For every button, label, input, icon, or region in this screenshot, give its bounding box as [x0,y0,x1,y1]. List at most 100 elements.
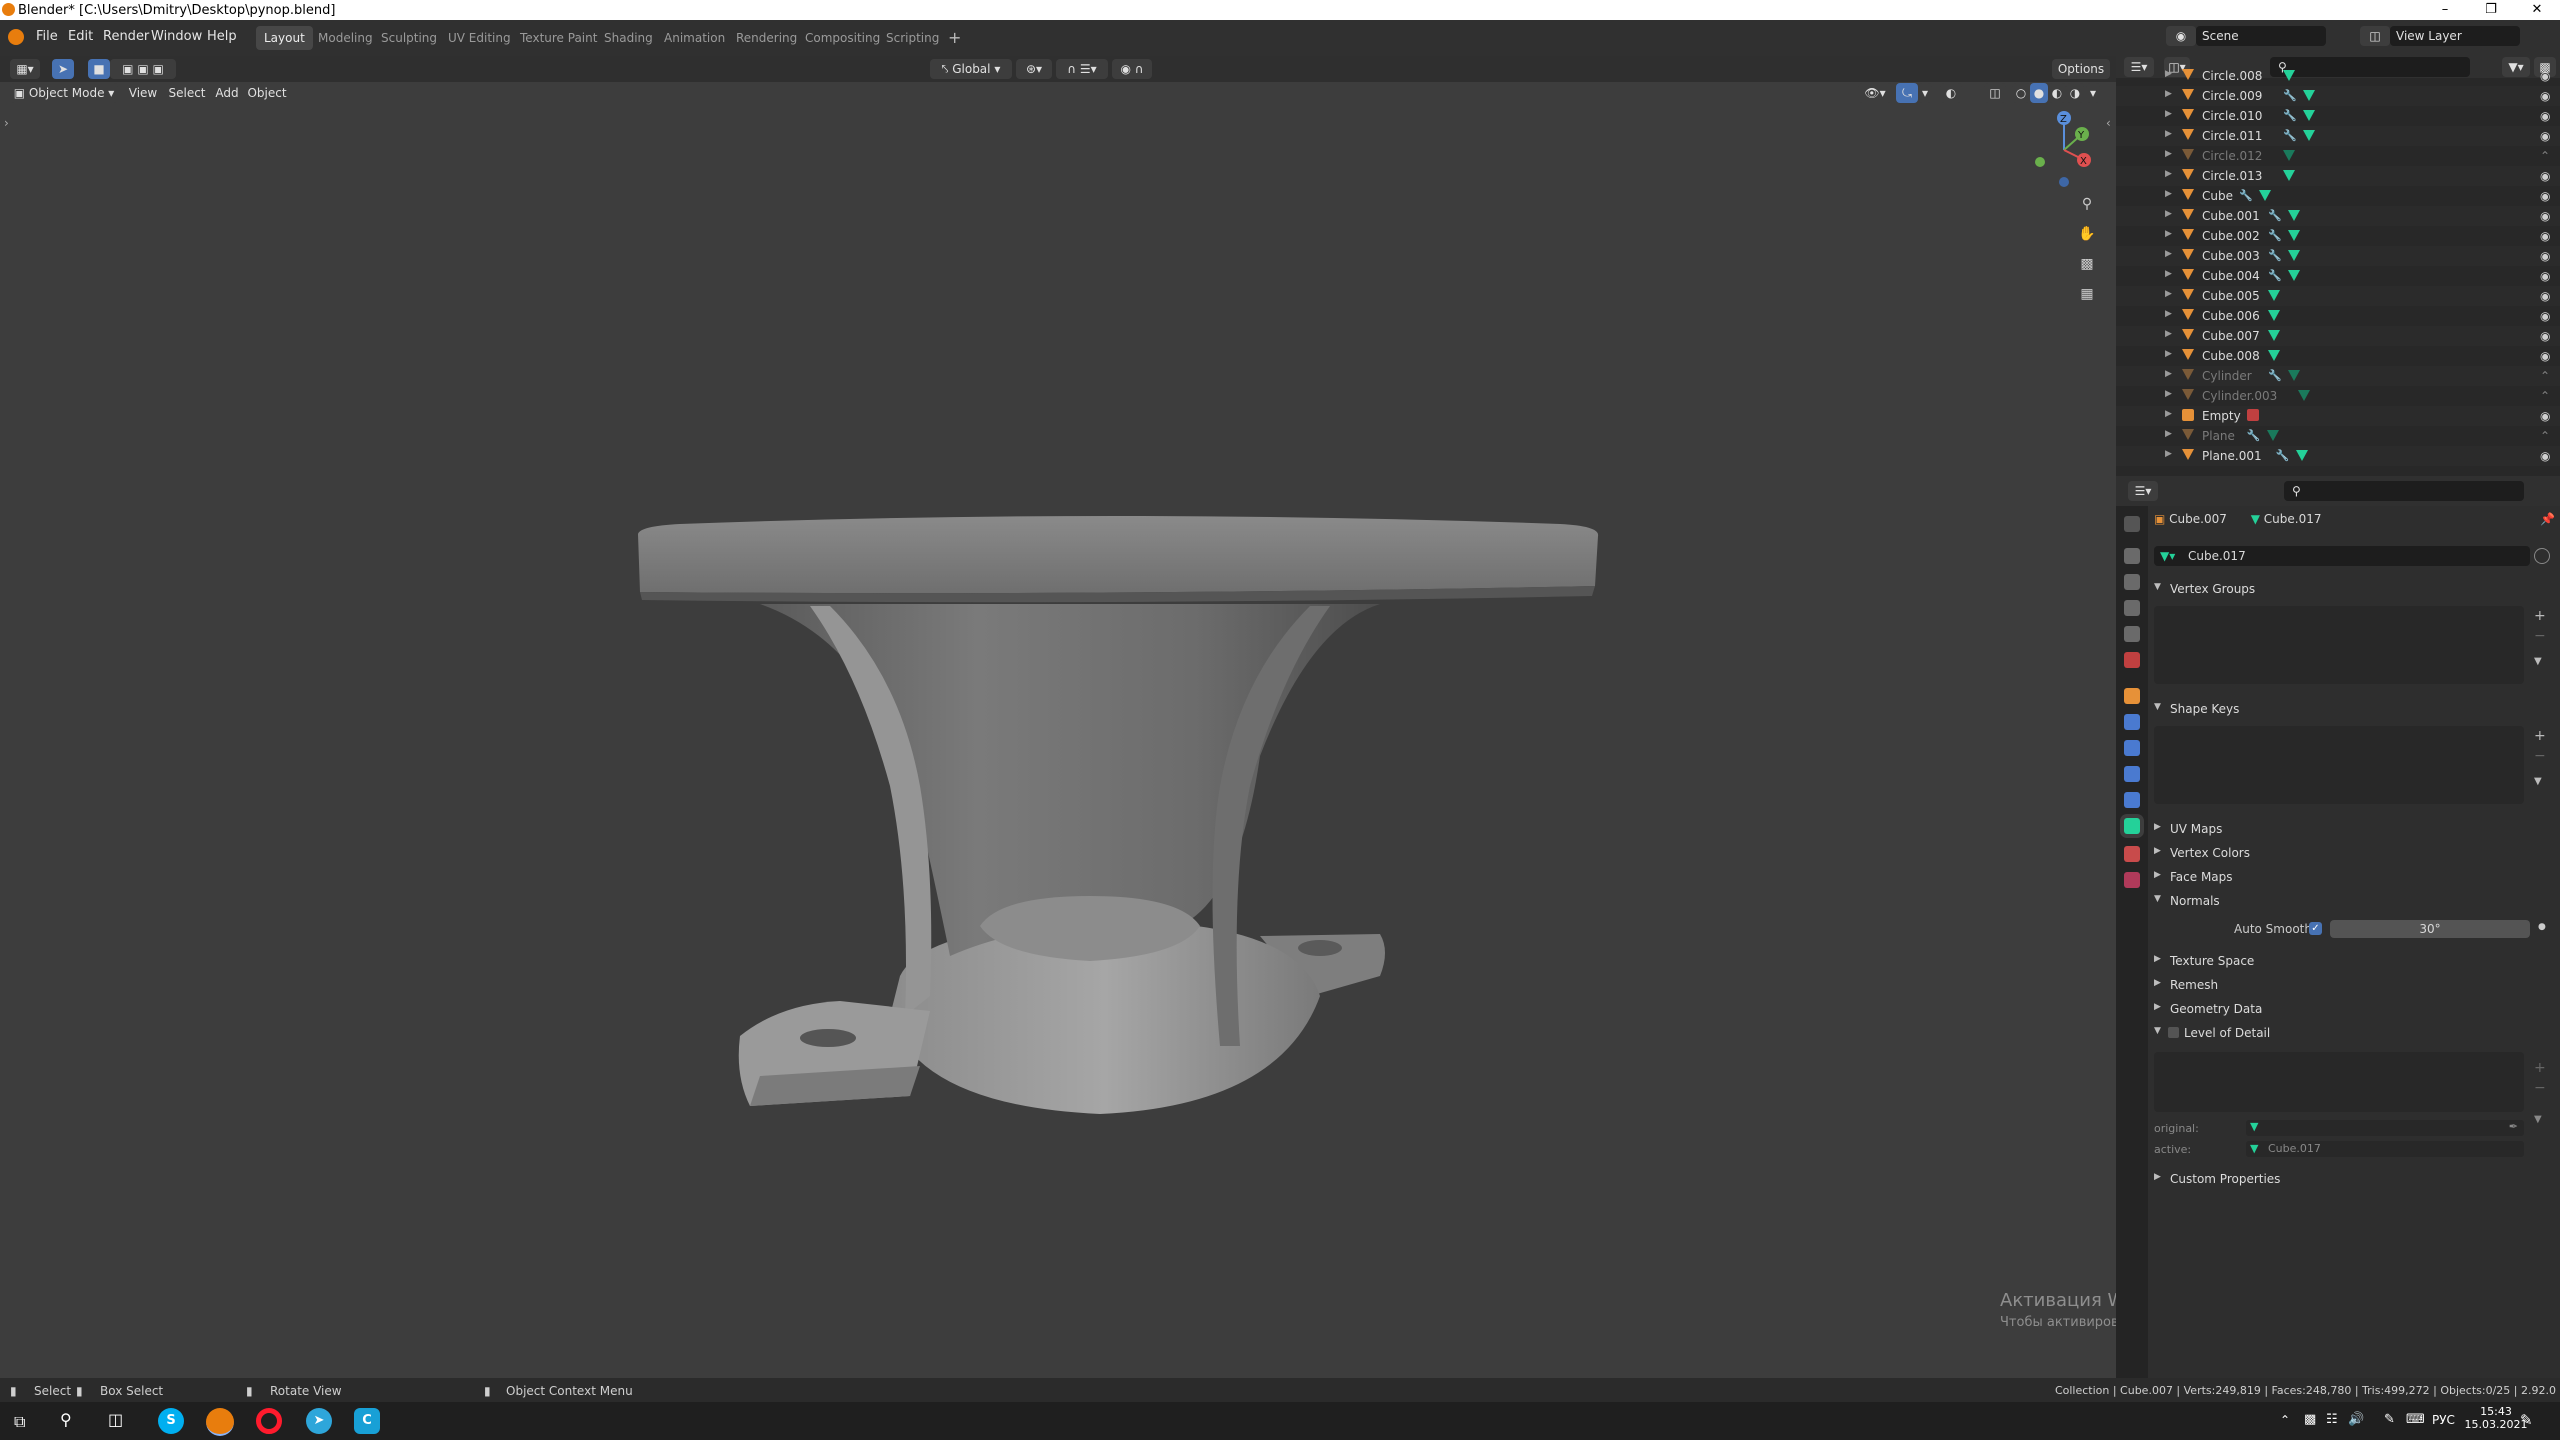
outliner-item[interactable]: ▶ Cube.005 ◉ [2116,286,2560,306]
modifier-wrench-icon[interactable]: 🔧 [2268,269,2282,282]
mesh-data-icon[interactable] [2283,70,2295,81]
mesh-datablock-field[interactable]: ▼▾ Cube.017 [2154,546,2530,566]
panel-level-of-detail[interactable]: ▼ Level of Detail [2146,1022,2556,1044]
mesh-data-icon[interactable] [2288,370,2301,381]
menu-window[interactable]: Window [151,29,202,44]
keyframe-dot-icon[interactable]: ● [2538,922,2546,932]
menu-render[interactable]: Render [103,29,149,44]
toolbar-expand-icon[interactable]: › [4,116,9,130]
outliner-item[interactable]: ▶ Circle.010 🔧 ◉ [2116,106,2560,126]
modifier-wrench-icon[interactable]: 🔧 [2268,209,2282,222]
proportional-edit-icon[interactable]: ◉ ∩ [1112,59,1152,79]
outliner-item[interactable]: ▶ Cylinder.003 ⌃ [2116,386,2560,406]
expand-arrow-icon[interactable]: ▶ [2165,289,2172,299]
gizmo-toggle-icon[interactable]: ⤿ [1896,83,1918,103]
mesh-data-icon[interactable] [2303,90,2315,101]
visibility-eye-icon[interactable]: ◉ [2540,349,2550,363]
lod-active-field[interactable]: ▼ Cube.017 [2246,1141,2524,1157]
expand-arrow-icon[interactable]: ▶ [2165,69,2172,79]
texture-tab-icon[interactable] [2124,872,2140,888]
select-tool-icon[interactable]: ➤ [52,59,74,79]
particles-tab-icon[interactable] [2124,740,2140,756]
snap-icon[interactable]: ∩ ☰▾ [1056,59,1108,79]
mesh-data-icon[interactable] [2297,390,2310,401]
pan-hand-icon[interactable]: ✋ [2076,226,2098,248]
mesh-data-icon[interactable] [2295,450,2308,461]
outliner-item[interactable]: ▶ Cube.003 🔧 ◉ [2116,246,2560,266]
perspective-toggle-icon[interactable]: ▦ [2076,286,2098,308]
view-layer-name-field[interactable]: View Layer [2390,26,2520,46]
modifier-wrench-icon[interactable]: 🔧 [2268,229,2282,242]
menu-view[interactable]: View [126,83,160,103]
scene-selector-icon[interactable]: ◉ [2166,26,2196,46]
menu-edit[interactable]: Edit [68,29,93,44]
tray-app-icon[interactable]: ▩ [2304,1412,2316,1427]
menu-add[interactable]: Add [212,83,242,103]
menu-file[interactable]: File [36,29,58,44]
hidden-eye-icon[interactable]: ⌃ [2540,389,2550,403]
properties-search-input[interactable]: ⚲ [2284,481,2524,501]
expand-arrow-icon[interactable]: ▶ [2165,429,2172,439]
mesh-data-icon[interactable] [2268,310,2281,321]
mesh-browse-icon[interactable]: ▼▾ [2160,546,2175,566]
panel-vertex-colors[interactable]: ▶ Vertex Colors [2146,842,2556,864]
add-shape-key-icon[interactable]: + [2534,728,2546,744]
visibility-eye-icon[interactable]: ◉ [2540,309,2550,323]
outliner-item[interactable]: ▶ Circle.012 ⌃ [2116,146,2560,166]
add-workspace-button[interactable]: + [940,26,969,50]
auto-smooth-checkbox[interactable]: ✓ [2309,922,2322,935]
world-tab-icon[interactable] [2124,652,2140,668]
panel-face-maps[interactable]: ▶ Face Maps [2146,866,2556,888]
scene-name-field[interactable]: Scene [2196,26,2326,46]
close-button[interactable]: ✕ [2514,0,2560,20]
add-lod-icon[interactable]: + [2534,1060,2546,1076]
expand-arrow-icon[interactable]: ▶ [2165,109,2172,119]
visibility-eye-icon[interactable]: ◉ [2540,189,2550,203]
menu-select[interactable]: Select [166,83,208,103]
menu-object[interactable]: Object [246,83,288,103]
outliner[interactable]: ☰▾ ◫▾ ⚲ ▼▾ ▩ ▶ Circle.008 ◉ ▶ Circle.009 🔧 ◉ ▶ C… [2116,56,2560,476]
panel-uv-maps[interactable]: ▶ UV Maps [2146,818,2556,840]
expand-arrow-icon[interactable]: ▶ [2165,89,2172,99]
wireframe-shading-icon[interactable]: ○ [2012,83,2030,103]
tab-shading[interactable]: Shading [596,26,661,50]
mesh-data-icon[interactable] [2303,110,2315,121]
visibility-eye-icon[interactable]: ◉ [2540,409,2550,423]
expand-arrow-icon[interactable]: ▶ [2165,269,2172,279]
rendered-shading-icon[interactable]: ◑ [2066,83,2084,103]
panel-vertex-groups[interactable]: ▼ Vertex Groups [2146,578,2556,600]
hidden-eye-icon[interactable]: ⌃ [2540,149,2550,163]
hidden-eye-icon[interactable]: ⌃ [2540,369,2550,383]
render-tab-icon[interactable] [2124,548,2140,564]
modifier-tab-icon[interactable] [2124,714,2140,730]
tab-modeling[interactable]: Modeling [310,26,381,50]
blender-taskbar-icon[interactable] [206,1408,234,1436]
mesh-data-icon[interactable] [2266,430,2279,441]
expand-arrow-icon[interactable]: ▶ [2165,409,2172,419]
expand-arrow-icon[interactable]: ▶ [2165,169,2172,179]
menu-help[interactable]: Help [207,29,237,44]
tab-rendering[interactable]: Rendering [728,26,805,50]
outliner-item[interactable]: ▶ Cube.006 ◉ [2116,306,2560,326]
restore-button[interactable]: ❐ [2468,0,2514,20]
telegram-icon[interactable]: ➤ [306,1408,332,1434]
camera-view-icon[interactable]: ▩ [2076,256,2098,278]
modifier-wrench-icon[interactable]: 🔧 [2239,189,2253,202]
vertex-group-specials-icon[interactable]: ▼ [2534,656,2542,667]
gizmo-neg-z[interactable] [2059,177,2069,187]
visibility-eye-icon[interactable]: ◉ [2540,129,2550,143]
options-dropdown[interactable]: Options [2052,59,2110,79]
physics-tab-icon[interactable] [2124,766,2140,782]
mesh-data-icon[interactable] [2288,250,2301,261]
task-view-icon[interactable]: ◫ [108,1410,123,1429]
mesh-data-icon[interactable] [2288,230,2301,241]
modifier-wrench-icon[interactable]: 🔧 [2268,369,2282,382]
visibility-eye-icon[interactable]: ◉ [2540,229,2550,243]
panel-geometry-data[interactable]: ▶ Geometry Data [2146,998,2556,1020]
scene-tab-icon[interactable] [2124,626,2140,642]
visibility-eye-icon[interactable]: ◉ [2540,249,2550,263]
tray-chevron-icon[interactable]: ⌃ [2280,1413,2290,1427]
auto-smooth-angle-field[interactable]: 30° [2330,920,2530,938]
minimize-button[interactable]: – [2422,0,2468,20]
shape-key-specials-icon[interactable]: ▼ [2534,776,2542,787]
